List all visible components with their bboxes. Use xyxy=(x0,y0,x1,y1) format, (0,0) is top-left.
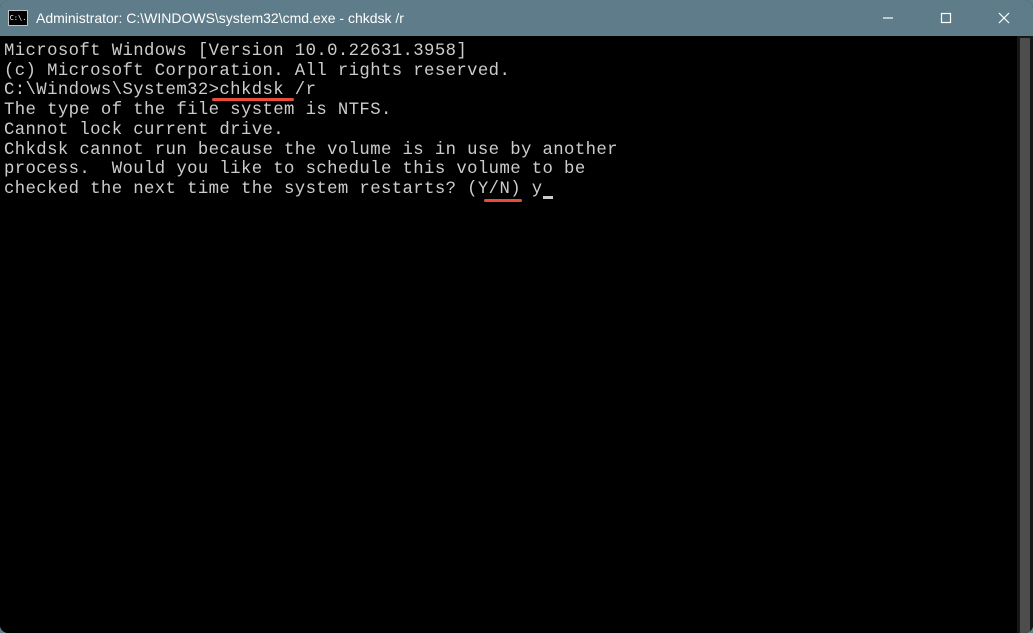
output-line: Microsoft Windows [Version 10.0.22631.39… xyxy=(4,42,1013,62)
prompt-line: C:\Windows\System32>chkdsk /r xyxy=(4,81,1013,101)
output-line: process. Would you like to schedule this… xyxy=(4,160,1013,180)
minimize-icon xyxy=(882,12,894,24)
annotation-underline xyxy=(484,199,522,202)
output-line: Chkdsk cannot run because the volume is … xyxy=(4,141,1013,161)
prompt-question: checked the next time the system restart… xyxy=(4,180,532,199)
terminal-content[interactable]: Microsoft Windows [Version 10.0.22631.39… xyxy=(0,36,1017,633)
close-button[interactable] xyxy=(975,0,1033,36)
cmd-icon: C:\. xyxy=(8,10,28,26)
maximize-icon xyxy=(940,12,952,24)
titlebar[interactable]: C:\. Administrator: C:\WINDOWS\system32\… xyxy=(0,0,1033,36)
cursor xyxy=(543,196,553,199)
output-line: (c) Microsoft Corporation. All rights re… xyxy=(4,62,1013,82)
input-line: checked the next time the system restart… xyxy=(4,180,1013,200)
close-icon xyxy=(998,12,1010,24)
minimize-button[interactable] xyxy=(859,0,917,36)
maximize-button[interactable] xyxy=(917,0,975,36)
cmd-window: C:\. Administrator: C:\WINDOWS\system32\… xyxy=(0,0,1033,633)
cmd-icon-text: C:\. xyxy=(10,15,27,22)
output-line: Cannot lock current drive. xyxy=(4,121,1013,141)
terminal-area: Microsoft Windows [Version 10.0.22631.39… xyxy=(0,36,1033,633)
output-line: The type of the file system is NTFS. xyxy=(4,101,1013,121)
scrollbar-thumb[interactable] xyxy=(1020,38,1030,633)
user-input: y xyxy=(532,180,543,199)
window-title: Administrator: C:\WINDOWS\system32\cmd.e… xyxy=(36,10,859,26)
window-controls xyxy=(859,0,1033,36)
scrollbar[interactable] xyxy=(1017,36,1033,633)
